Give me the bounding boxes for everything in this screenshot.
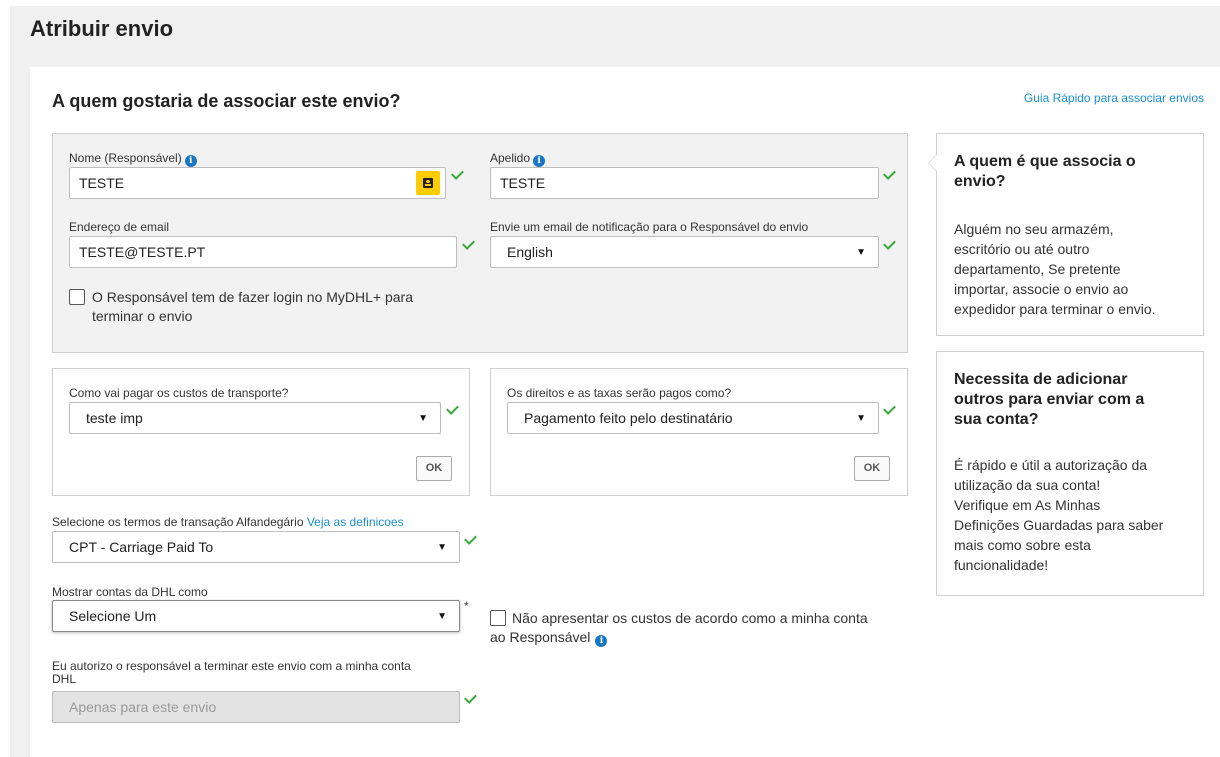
page-title: Atribuir envio: [30, 16, 174, 41]
hide-costs-line2: ao Responsável: [490, 629, 591, 645]
transport-payment-label: Como vai pagar os custos de transporte?: [69, 386, 289, 400]
hide-costs-line2-wrap: ao Responsável i: [490, 628, 608, 647]
help-add-others-body-line: mais como sobre esta: [954, 537, 1091, 553]
transport-ok-button[interactable]: OK: [416, 456, 452, 481]
chevron-down-icon: ▼: [418, 413, 428, 424]
valid-check-icon: [465, 535, 477, 543]
name-value: TESTE: [79, 175, 125, 191]
help-associate-body-line: Alguém no seu armazém,: [954, 221, 1114, 237]
help-associate-title-line2: envio?: [954, 173, 1006, 190]
help-add-others-title-line: Necessita de adicionar: [954, 371, 1128, 388]
authorize-input: Apenas para este envio: [52, 691, 460, 723]
valid-check-icon: [465, 694, 477, 702]
help-add-others-body-line: Definições Guardadas para saber: [954, 517, 1164, 533]
transport-payment-select[interactable]: teste imp ▼: [69, 402, 441, 434]
accounts-select[interactable]: Selecione Um ▼: [52, 600, 460, 632]
quick-guide-link[interactable]: Guia Rápido para associar envios: [1024, 91, 1204, 105]
customs-terms-label: Selecione os termos de transação Alfande…: [52, 515, 404, 529]
login-required-checkbox[interactable]: [69, 289, 85, 305]
login-required-line1: O Responsável tem de fazer login no MyDH…: [92, 289, 413, 305]
help-box-add-others: Necessita de adicionar outros para envia…: [936, 351, 1204, 596]
help-associate-body-line: importar, associe o envio ao: [954, 281, 1129, 297]
valid-check-icon: [884, 405, 896, 413]
help-add-others-body-line: funcionalidade!: [954, 557, 1049, 573]
duties-select[interactable]: Pagamento feito pelo destinatário ▼: [507, 402, 879, 434]
email-input[interactable]: TESTE@TESTE.PT: [69, 236, 457, 268]
chevron-down-icon: ▼: [437, 611, 447, 622]
notify-label: Envie um email de notificação para o Res…: [490, 220, 809, 234]
authorize-placeholder: Apenas para este envio: [69, 699, 217, 715]
accounts-label: Mostrar contas da DHL como: [52, 585, 208, 599]
hide-costs-label: Não apresentar os custos de acordo como …: [512, 609, 868, 628]
customs-terms-select[interactable]: CPT - Carriage Paid To ▼: [52, 531, 460, 563]
help-add-others-body-line: Verifique em As Minhas: [954, 497, 1101, 513]
help-associate-title-line1: A quem é que associa o: [954, 153, 1136, 170]
help-add-others-body-line: utilização da sua conta!: [954, 477, 1101, 493]
authorize-label: Eu autorizo o responsável a terminar est…: [52, 660, 411, 686]
valid-check-icon: [884, 240, 896, 248]
name-input[interactable]: TESTE: [69, 167, 446, 199]
definitions-link[interactable]: Veja as definicoes: [307, 515, 404, 529]
help-associate-body-line: departamento, Se pretente: [954, 261, 1121, 277]
help-associate-title: A quem é que associa o envio?: [954, 152, 1136, 192]
accounts-value: Selecione Um: [69, 608, 157, 624]
info-icon[interactable]: i: [533, 155, 546, 167]
help-add-others-title-line: sua conta?: [954, 411, 1039, 428]
name-label: Nome (Responsável) i: [69, 151, 197, 167]
surname-input[interactable]: TESTE: [490, 167, 879, 199]
login-required-label: O Responsável tem de fazer login no MyDH…: [92, 288, 413, 326]
help-add-others-body: É rápido e útil a autorização da utiliza…: [954, 455, 1163, 575]
login-required-line2: terminar o envio: [92, 308, 193, 324]
duties-label: Os direitos e as taxas serão pagos como?: [507, 386, 732, 400]
surname-label: Apelido i: [490, 151, 546, 167]
help-box-associate: A quem é que associa o envio? Alguém no …: [928, 133, 1204, 336]
chevron-down-icon: ▼: [437, 542, 447, 553]
valid-check-icon: [884, 170, 896, 178]
info-icon[interactable]: i: [184, 155, 197, 167]
email-label: Endereço de email: [69, 220, 170, 234]
email-value: TESTE@TESTE.PT: [79, 244, 206, 260]
info-icon[interactable]: i: [595, 635, 608, 647]
valid-check-icon: [463, 240, 475, 248]
transport-payment-value: teste imp: [86, 410, 143, 426]
help-associate-body: Alguém no seu armazém, escritório ou até…: [954, 219, 1156, 319]
duties-value: Pagamento feito pelo destinatário: [524, 410, 733, 426]
help-add-others-title: Necessita de adicionar outros para envia…: [954, 370, 1144, 430]
customs-terms-value: CPT - Carriage Paid To: [69, 539, 214, 555]
chevron-down-icon: ▼: [856, 413, 866, 424]
valid-check-icon: [452, 170, 464, 178]
notify-language-select[interactable]: English ▼: [490, 236, 879, 268]
help-add-others-body-line: É rápido e útil a autorização da: [954, 457, 1148, 473]
hide-costs-line1: Não apresentar os custos de acordo como …: [512, 610, 868, 626]
required-mark: *: [464, 599, 469, 613]
surname-label-text: Apelido: [490, 151, 531, 165]
section-title: A quem gostaria de associar este envio?: [52, 91, 401, 111]
duties-ok-button[interactable]: OK: [854, 456, 890, 481]
surname-value: TESTE: [500, 175, 546, 191]
valid-check-icon: [447, 405, 459, 413]
address-book-button[interactable]: [416, 171, 440, 195]
authorize-label-line1: Eu autorizo o responsável a terminar est…: [52, 659, 411, 673]
hide-costs-checkbox[interactable]: [490, 610, 506, 626]
authorize-label-line2: DHL: [52, 672, 77, 686]
help-associate-body-line: escritório ou até outro: [954, 241, 1090, 257]
notify-language-value: English: [507, 244, 553, 260]
contact-card-icon: [423, 178, 433, 188]
chevron-down-icon: ▼: [856, 247, 866, 258]
help-add-others-title-line: outros para enviar com a: [954, 391, 1145, 408]
help-caret-inner: [929, 155, 937, 171]
name-label-text: Nome (Responsável): [69, 151, 182, 165]
customs-terms-label-text: Selecione os termos de transação Alfande…: [52, 515, 304, 529]
help-associate-body-line: expedidor para terminar o envio.: [954, 301, 1156, 317]
